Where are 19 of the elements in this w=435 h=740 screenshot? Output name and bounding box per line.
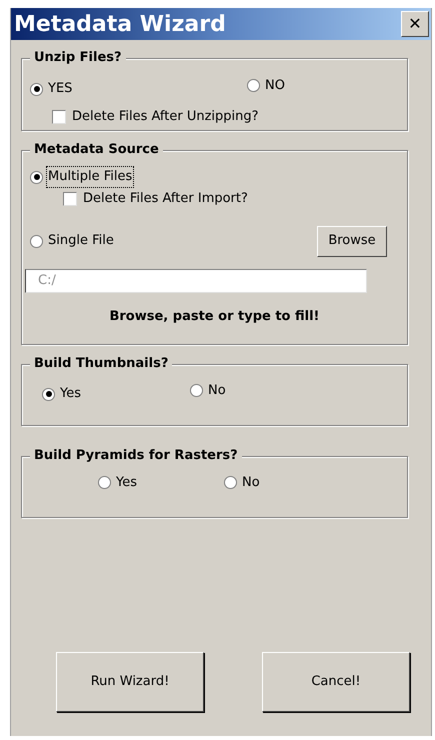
close-button[interactable]: ✕	[401, 11, 429, 37]
cancel-button[interactable]: Cancel!	[262, 652, 410, 712]
browse-button[interactable]: Browse	[317, 226, 387, 256]
radio-button[interactable]: NO	[247, 76, 286, 96]
radio-button[interactable]: No	[224, 472, 261, 492]
group-title: Unzip Files?	[30, 50, 126, 66]
radio-button[interactable]: No	[190, 380, 227, 400]
window-title: Metadata Wizard	[13, 10, 226, 38]
radio-button[interactable]: Yes	[98, 472, 138, 492]
radio-button[interactable]: Single File	[30, 231, 115, 251]
hint-text: Browse, paste or type to fill!	[109, 308, 320, 326]
checkbox[interactable]: Delete Files After Import?	[63, 189, 248, 209]
radio-button[interactable]: Multiple Files	[30, 167, 134, 187]
radio-button[interactable]: Yes	[42, 384, 82, 404]
radio-button[interactable]: YES	[30, 79, 74, 99]
checkbox[interactable]: Delete Files After Unzipping?	[52, 107, 259, 127]
run-wizard-button[interactable]: Run Wizard!	[56, 652, 204, 712]
path-field[interactable]: C:/	[25, 268, 367, 292]
group-title: Build Pyramids for Rasters?	[30, 448, 242, 464]
